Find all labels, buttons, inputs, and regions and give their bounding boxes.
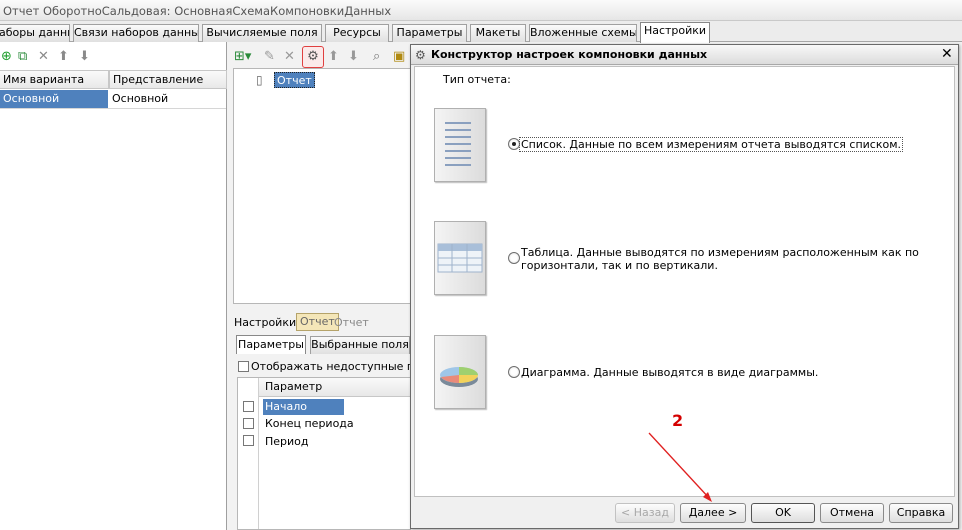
row-divider	[0, 108, 226, 109]
settings-wizard-icon[interactable]: ⚙	[302, 46, 324, 68]
param-row[interactable]: Конец периода	[265, 417, 354, 430]
show-unavailable-checkbox[interactable]	[238, 361, 249, 372]
window-title: Отчет ОборотноСальдовая: ОсновнаяСхемаКо…	[3, 4, 392, 18]
report-node-icon: ▯	[256, 73, 263, 87]
copy-icon[interactable]: ⧉	[18, 50, 27, 64]
tab-layouts[interactable]: Макеты	[470, 24, 526, 42]
delete-item-icon[interactable]: ✕	[284, 50, 295, 64]
tree-node-report[interactable]: Отчет	[274, 72, 315, 88]
variants-pane: ⊕ ⧉ ✕ ⬆ ⬇ Имя варианта Представление Осн…	[0, 42, 227, 530]
option-table-label[interactable]: Таблица. Данные выводятся по измерениям …	[521, 246, 953, 272]
tab-data-sets[interactable]: аборы данных	[0, 24, 70, 42]
tab-resources[interactable]: Ресурсы	[325, 24, 389, 42]
radio-chart[interactable]	[508, 366, 520, 378]
help-button[interactable]: Справка	[889, 503, 953, 523]
tab-settings[interactable]: Настройки	[640, 22, 710, 43]
move-down-icon[interactable]: ⬇	[79, 50, 90, 64]
settings-tree: ▯ Отчет	[233, 68, 411, 304]
delete-icon[interactable]: ✕	[38, 50, 49, 64]
variant-presentation-cell[interactable]: Основной	[109, 90, 227, 108]
add-grouping-icon[interactable]: ⊞▾	[234, 50, 251, 64]
param-checkbox[interactable]	[243, 418, 254, 429]
show-unavailable-label: Отображать недоступные параме	[251, 360, 411, 373]
list-doc-icon	[434, 108, 486, 182]
settings-current-node[interactable]: Отчет	[296, 313, 339, 331]
dialog-title: Конструктор настроек компоновки данных	[431, 48, 708, 61]
edit-icon[interactable]: ✎	[264, 50, 275, 64]
table-doc-icon	[434, 221, 486, 295]
param-column-header[interactable]: Параметр	[258, 378, 410, 397]
dialog-title-bar: ⚙ Конструктор настроек компоновки данных…	[411, 45, 958, 65]
radio-dot	[512, 142, 516, 146]
tab-nested-schemas[interactable]: Вложенные схемы	[529, 24, 637, 42]
move-up-item-icon[interactable]: ⬆	[328, 50, 339, 64]
param-row[interactable]: Период	[265, 435, 309, 448]
settings-current-node-link[interactable]: Отчет	[334, 316, 369, 329]
tab-parameters[interactable]: Параметры	[392, 24, 467, 42]
close-icon[interactable]: ✕	[941, 46, 953, 62]
param-row[interactable]: Начало периода	[263, 399, 344, 428]
column-header-variant-name[interactable]: Имя варианта	[0, 70, 109, 89]
tab-calculated-fields[interactable]: Вычисляемые поля	[202, 24, 322, 42]
folder-icon[interactable]: ▣	[393, 50, 405, 64]
move-up-icon[interactable]: ⬆	[58, 50, 69, 64]
annotation-arrow	[648, 432, 712, 502]
find-icon[interactable]: ⌕	[373, 50, 380, 64]
tab-strip: аборы данных Связи наборов данных Вычисл…	[0, 21, 962, 43]
param-checkbox[interactable]	[243, 401, 254, 412]
variant-name-cell[interactable]: Основной	[0, 90, 108, 108]
next-button[interactable]: Далее >	[680, 503, 746, 523]
cancel-button[interactable]: Отмена	[820, 503, 884, 523]
tab-selected-fields[interactable]: Выбранные поля	[310, 336, 410, 354]
add-icon[interactable]: ⊕	[1, 50, 12, 64]
parameters-grid: Параметр Начало периода Конец периода Пе…	[237, 377, 411, 530]
report-type-label: Тип отчета:	[443, 73, 511, 86]
back-button[interactable]: < Назад	[615, 503, 675, 523]
move-down-item-icon[interactable]: ⬇	[348, 50, 359, 64]
radio-table[interactable]	[508, 252, 520, 264]
option-list-label[interactable]: Список. Данные по всем измерениям отчета…	[518, 137, 904, 152]
column-header-presentation[interactable]: Представление	[109, 70, 227, 89]
chart-doc-icon	[434, 335, 486, 409]
option-chart-label[interactable]: Диаграмма. Данные выводятся в виде диагр…	[521, 366, 818, 379]
window-title-bar: Отчет ОборотноСальдовая: ОсновнаяСхемаКо…	[0, 0, 962, 21]
grid-divider	[258, 378, 259, 529]
settings-label: Настройки:	[234, 316, 300, 329]
wizard-icon: ⚙	[415, 48, 426, 62]
tab-data-set-links[interactable]: Связи наборов данных	[73, 24, 199, 42]
tab-parameters-settings[interactable]: Параметры	[236, 335, 306, 354]
radio-list[interactable]	[508, 138, 520, 150]
param-checkbox[interactable]	[243, 435, 254, 446]
ok-button[interactable]: OK	[751, 503, 815, 523]
